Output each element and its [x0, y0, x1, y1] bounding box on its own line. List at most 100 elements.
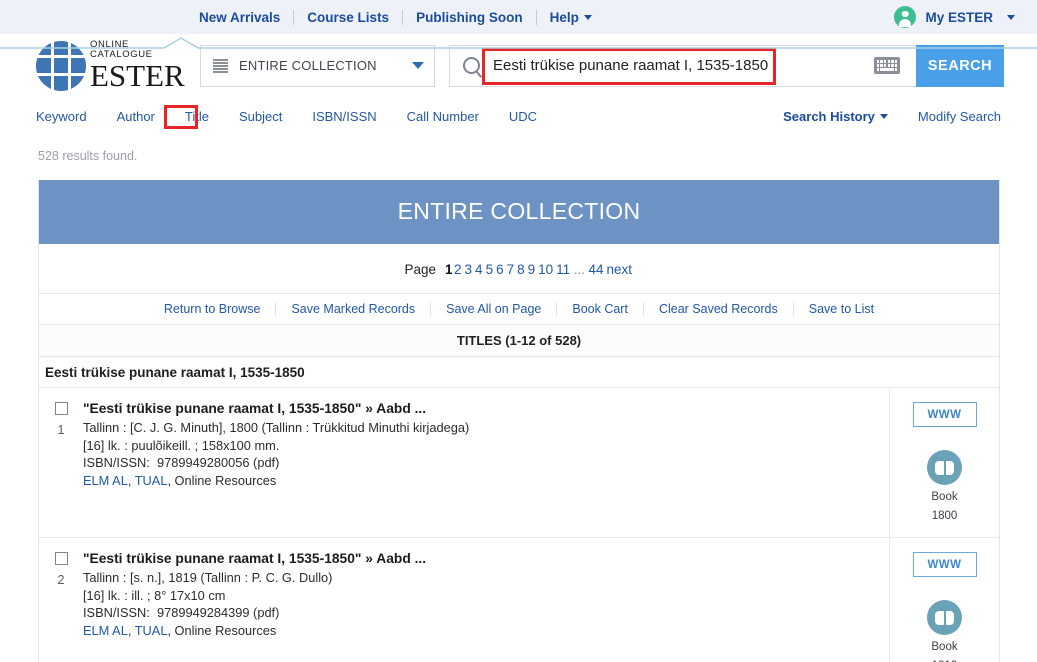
pagination: Page 1 2 3 4 5 6 7 8 9 10 11... 44 next: [39, 244, 999, 293]
modify-search-link[interactable]: Modify Search: [918, 109, 1001, 124]
logo-subtitle: ONLINE CATALOGUE: [90, 39, 153, 60]
media-year-label: 1800: [931, 510, 958, 522]
action-return-to-browse[interactable]: Return to Browse: [149, 302, 276, 316]
pagination-page-6[interactable]: 6: [496, 262, 504, 277]
site-logo[interactable]: ONLINE CATALOGUE ESTER: [36, 40, 186, 91]
action-book-cart[interactable]: Book Cart: [557, 302, 643, 316]
media-type-indicator: Book 1819: [927, 600, 962, 662]
action-save-all-on-page[interactable]: Save All on Page: [431, 302, 556, 316]
top-nav: New Arrivals Course Lists Publishing Soo…: [186, 9, 605, 25]
holding-link-elm-al[interactable]: ELM AL: [83, 473, 128, 488]
search-history-label: Search History: [783, 108, 875, 124]
pagination-current-page: 1: [445, 262, 453, 277]
record-imprint: Tallinn : [C. J. G. Minuth], 1800 (Talli…: [83, 420, 470, 435]
virtual-keyboard-button[interactable]: [858, 44, 916, 87]
action-save-marked-records[interactable]: Save Marked Records: [276, 302, 430, 316]
record-holdings: ELM AL, TUAL, Online Resources: [83, 622, 889, 640]
record-holdings: ELM AL, TUAL, Online Resources: [83, 472, 889, 490]
holding-link-elm-al[interactable]: ELM AL: [83, 623, 128, 638]
www-button[interactable]: WWW: [912, 402, 977, 427]
www-button[interactable]: WWW: [912, 552, 977, 577]
results-panel: ENTIRE COLLECTION Page 1 2 3 4 5 6 7 8 9 10 11... 44…: [38, 180, 1000, 662]
record-select-rail: 2: [39, 538, 83, 662]
action-clear-saved-records[interactable]: Clear Saved Records: [644, 302, 793, 316]
pagination-page-2[interactable]: 2: [454, 262, 462, 277]
record-number: 2: [57, 573, 65, 587]
media-type-indicator: Book 1800: [927, 450, 962, 523]
record-physical-description: [16] lk. : puulõikeill. ; 158x100 mm.: [83, 437, 280, 453]
tab-subject[interactable]: Subject: [239, 109, 282, 124]
collection-banner: ENTIRE COLLECTION: [39, 180, 999, 244]
pagination-page-4[interactable]: 4: [475, 262, 483, 277]
collection-scope-dropdown[interactable]: ENTIRE COLLECTION: [200, 44, 435, 87]
avatar-icon: [894, 6, 917, 28]
list-icon: [213, 58, 228, 73]
tab-udc[interactable]: UDC: [509, 109, 537, 124]
record-isbn-value: 9789949280056 (pdf): [156, 455, 280, 470]
pagination-page-8[interactable]: 8: [517, 262, 525, 277]
search-icon: [463, 57, 480, 74]
holding-link-tual[interactable]: TUAL: [135, 623, 168, 638]
record-checkbox[interactable]: [54, 402, 68, 415]
ester-logo-icon: [36, 40, 86, 91]
record-checkbox[interactable]: [54, 552, 68, 565]
tab-title[interactable]: Title: [185, 109, 209, 124]
search-input[interactable]: [491, 45, 858, 86]
keyboard-icon: [874, 57, 900, 74]
pagination-next[interactable]: next: [606, 262, 632, 277]
table-row: 1 "Eesti trükise punane raamat I, 1535-1…: [39, 387, 999, 537]
pagination-page-10[interactable]: 10: [538, 262, 553, 277]
tab-call-number[interactable]: Call Number: [407, 109, 479, 124]
record-number: 1: [57, 423, 65, 437]
chevron-down-icon: [879, 113, 888, 119]
pagination-ellipsis: ...: [573, 262, 585, 277]
chevron-down-icon: [412, 62, 424, 69]
pagination-page-7[interactable]: 7: [507, 262, 515, 277]
table-row: 2 "Eesti trükise punane raamat I, 1535-1…: [39, 537, 999, 662]
topnav-help[interactable]: Help: [537, 10, 605, 25]
action-save-to-list[interactable]: Save to List: [794, 302, 889, 316]
holding-link-tual[interactable]: TUAL: [135, 473, 168, 488]
topnav-help-label: Help: [549, 9, 579, 25]
pagination-page-9[interactable]: 9: [528, 262, 536, 277]
topnav-publishing-soon[interactable]: Publishing Soon: [403, 10, 536, 25]
record-title-link[interactable]: "Eesti trükise punane raamat I, 1535-185…: [83, 551, 889, 566]
book-icon: [927, 450, 962, 485]
record-imprint: Tallinn : [s. n.], 1819 (Tallinn : P. C.…: [83, 570, 333, 585]
logo-text: ONLINE CATALOGUE ESTER: [90, 40, 186, 91]
record-isbn-value: 9789949284399 (pdf): [156, 605, 280, 620]
media-type-label: Book: [931, 641, 958, 653]
record-body: "Eesti trükise punane raamat I, 1535-185…: [83, 538, 889, 662]
topnav-new-arrivals[interactable]: New Arrivals: [186, 10, 293, 25]
record-isbn-row: ISBN/ISSN: 9789949284399 (pdf): [83, 604, 889, 622]
results-count: 528 results found.: [38, 149, 138, 163]
search-header: ONLINE CATALOGUE ESTER ENTIRE COLLECTION…: [0, 34, 1037, 97]
holding-sep: ,: [127, 472, 135, 488]
tab-keyword[interactable]: Keyword: [36, 109, 87, 124]
top-utility-bar: New Arrivals Course Lists Publishing Soo…: [0, 0, 1037, 34]
pagination-page-5[interactable]: 5: [486, 262, 494, 277]
record-isbn-label: ISBN/ISSN:: [83, 605, 150, 620]
record-media-rail: WWW Book 1819: [889, 538, 999, 662]
record-select-rail: 1: [39, 388, 83, 537]
search-type-tabs: Keyword Author Title Subject ISBN/ISSN C…: [0, 97, 1037, 135]
search-field-wrap: [449, 44, 858, 87]
book-icon: [927, 600, 962, 635]
topnav-course-lists[interactable]: Course Lists: [294, 10, 402, 25]
tab-author[interactable]: Author: [117, 109, 155, 124]
logo-name: ESTER: [90, 58, 185, 93]
my-ester-menu[interactable]: My ESTER: [894, 6, 1015, 28]
result-group-title: Eesti trükise punane raamat I, 1535-1850: [45, 365, 305, 380]
search-history-link[interactable]: Search History: [783, 109, 888, 124]
pagination-last-page[interactable]: 44: [588, 262, 603, 277]
tab-isbn-issn[interactable]: ISBN/ISSN: [312, 109, 376, 124]
record-isbn-label: ISBN/ISSN:: [83, 455, 150, 470]
pagination-page-11[interactable]: 11: [556, 262, 570, 277]
titles-header: TITLES (1-12 of 528): [39, 325, 999, 357]
record-actions-toolbar: Return to Browse Save Marked Records Sav…: [39, 293, 999, 325]
pagination-page-3[interactable]: 3: [465, 262, 473, 277]
holding-online-resources: , Online Resources: [167, 622, 277, 638]
record-title-link[interactable]: "Eesti trükise punane raamat I, 1535-185…: [83, 401, 889, 416]
search-button[interactable]: SEARCH: [916, 44, 1004, 87]
media-type-label: Book: [931, 491, 958, 503]
